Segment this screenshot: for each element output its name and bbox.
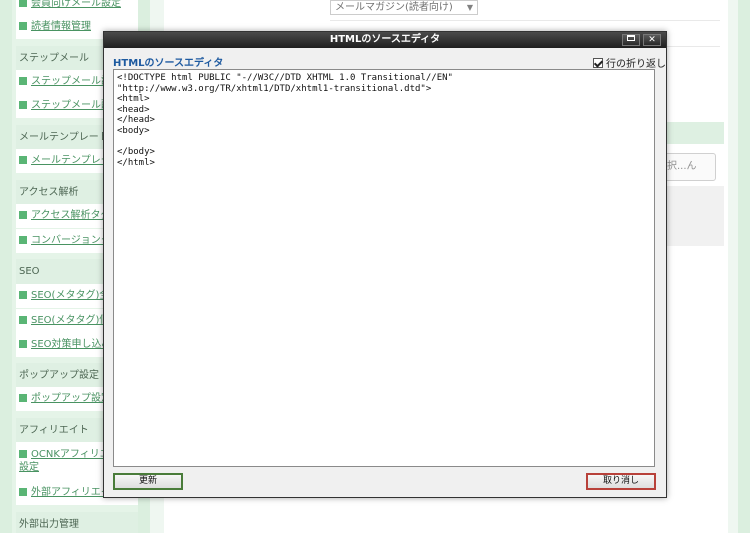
dialog-titlebar[interactable]: HTMLのソースエディタ <box>104 32 666 48</box>
wrap-lines-toggle[interactable]: 行の折り返し <box>593 55 666 70</box>
update-button-label: 更新 <box>138 476 157 486</box>
maximize-button[interactable] <box>622 34 640 46</box>
cancel-button[interactable]: 取り消し <box>586 473 656 490</box>
maximize-icon <box>627 35 635 41</box>
editor-heading: HTMLのソースエディタ <box>113 58 224 69</box>
source-code-textarea[interactable]: <!DOCTYPE html PUBLIC "-//W3C//DTD XHTML… <box>113 69 655 467</box>
html-source-editor-dialog: HTMLのソースエディタ ✕ HTMLのソースエディタ 行の折り返し <!DOC… <box>103 31 667 498</box>
close-button[interactable]: ✕ <box>643 34 661 46</box>
wrap-lines-checkbox[interactable] <box>593 58 603 68</box>
cancel-button-label: 取り消し <box>602 476 639 486</box>
dialog-title: HTMLのソースエディタ <box>329 34 441 45</box>
close-icon: ✕ <box>648 35 656 45</box>
update-button[interactable]: 更新 <box>113 473 183 490</box>
